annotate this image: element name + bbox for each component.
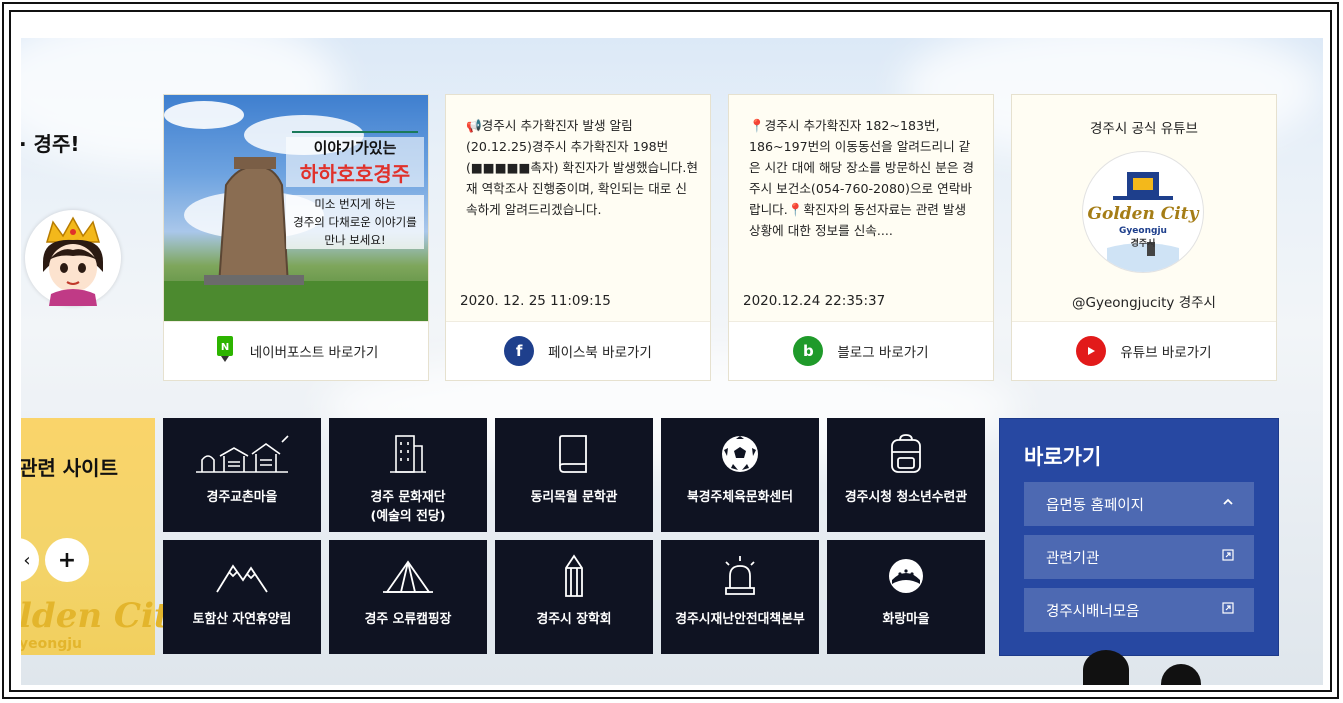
facebook-post-date: 2020. 12. 25 11:09:15 [460, 293, 611, 309]
blog-link-label: 블로그 바로가기 [837, 345, 929, 361]
related-sites-panel: 관련 사이트 ‹ + lden City yeongju [21, 418, 189, 655]
tile-label: 경주시청 청소년수련관 [844, 490, 968, 505]
blog-post-text[interactable]: 📍경주시 추가확진자 182~183번, 186~197번의 이동동선을 알려드… [749, 115, 981, 241]
people-silhouette [1083, 650, 1129, 685]
quick-link-town-homepage[interactable]: 읍면동 홈페이지 [1024, 482, 1254, 526]
hat-icon [827, 554, 985, 598]
tile-camping[interactable]: 경주 오류캠핑장 [329, 540, 487, 654]
promo-line5: 만나 보세요! [286, 231, 424, 249]
tile-label: 토함산 자연휴양림 [192, 612, 292, 627]
tile-label: 경주 오류캠핑장 [364, 612, 452, 627]
quick-link-label: 읍면동 홈페이지 [1046, 497, 1144, 514]
tile-label: 경주 문화재단 (예술의 전당) [370, 490, 446, 524]
village-icon [163, 432, 321, 476]
external-link-icon [1222, 602, 1234, 617]
blog-link[interactable]: b 블로그 바로가기 [729, 321, 993, 380]
youtube-link[interactable]: 유튜브 바로가기 [1012, 321, 1276, 380]
blog-card[interactable]: 📍경주시 추가확진자 182~183번, 186~197번의 이동동선을 알려드… [728, 94, 994, 381]
tile-culture-foundation[interactable]: 경주 문화재단 (예술의 전당) [329, 418, 487, 532]
mascot-avatar [25, 210, 121, 306]
plus-icon: + [57, 547, 77, 573]
tile-hwarang-village[interactable]: 화랑마을 [827, 540, 985, 654]
quick-links-panel: 바로가기 읍면동 홈페이지 관련기관 경주시배너모음 [999, 418, 1279, 656]
title-rule [292, 131, 418, 133]
quick-link-banner-collection[interactable]: 경주시배너모음 [1024, 588, 1254, 632]
siren-icon [661, 554, 819, 598]
youtube-heading: 경주시 공식 유튜브 [1090, 121, 1198, 137]
add-button[interactable]: + [45, 538, 89, 582]
pencil-icon [495, 554, 653, 598]
quick-links-title: 바로가기 [1024, 445, 1102, 469]
tile-label: 경주시 장학회 [536, 612, 612, 627]
svg-text:N: N [221, 342, 229, 353]
naver-post-link[interactable]: N 네이버포스트 바로가기 [164, 321, 428, 380]
promo-photo[interactable]: 이야기가있는 하하호호경주 미소 번지게 하는 경주의 다채로운 이야기를 만나… [164, 95, 428, 323]
tent-icon [329, 554, 487, 598]
backpack-icon [827, 432, 985, 476]
tile-label: 동리목월 문학관 [530, 490, 618, 505]
logo-gyeongju-kr: 경주시 [1130, 239, 1156, 249]
youtube-handle: @Gyeongjucity 경주시 [1072, 295, 1216, 311]
facebook-icon: f [504, 336, 535, 366]
tile-tohamsan-forest[interactable]: 토함산 자연휴양림 [163, 540, 321, 654]
tile-youth-center[interactable]: 경주시청 청소년수련관 [827, 418, 985, 532]
people-silhouette [1161, 664, 1201, 685]
tile-literature-hall[interactable]: 동리목월 문학관 [495, 418, 653, 532]
play-icon [1076, 336, 1107, 366]
book-icon [495, 432, 653, 476]
logo-gyeongju: Gyeongju [1119, 226, 1167, 236]
quick-link-label: 관련기관 [1046, 550, 1100, 567]
facebook-card[interactable]: 📢경주시 추가확진자 발생 알림 (20.12.25)경주시 추가확진자 198… [445, 94, 711, 381]
tile-label: 경주교촌마을 [206, 490, 278, 505]
logo-golden-city: Golden City [1087, 204, 1199, 224]
tile-disaster-center[interactable]: 경주시재난안전대책본부 [661, 540, 819, 654]
prev-icon: ‹ [23, 549, 31, 571]
gyeongju-watermark: yeongju [21, 636, 82, 652]
naver-post-card[interactable]: 이야기가있는 하하호호경주 미소 번지게 하는 경주의 다채로운 이야기를 만나… [163, 94, 429, 381]
youtube-card[interactable]: 경주시 공식 유튜브 Golden City Gyeongju 경주시 @Gye… [1011, 94, 1277, 381]
quick-link-related-orgs[interactable]: 관련기관 [1024, 535, 1254, 579]
promo-line2: 하하호호경주 [286, 158, 424, 187]
mountain-icon [163, 554, 321, 598]
facebook-link[interactable]: f 페이스북 바로가기 [446, 321, 710, 380]
prev-button[interactable]: ‹ [21, 538, 39, 582]
tile-sports-center[interactable]: 북경주체육문화센터 [661, 418, 819, 532]
blog-icon: b [793, 336, 824, 366]
tile-scholarship[interactable]: 경주시 장학회 [495, 540, 653, 654]
related-sites-title: 관련 사이트 [21, 456, 118, 480]
youtube-link-label: 유튜브 바로가기 [1120, 345, 1212, 361]
quick-link-label: 경주시배너모음 [1046, 603, 1140, 620]
hero-headline: · 경주! [21, 132, 80, 156]
facebook-post-text[interactable]: 📢경주시 추가확진자 발생 알림 (20.12.25)경주시 추가확진자 198… [466, 115, 698, 220]
promo-line1: 이야기가있는 [286, 137, 424, 158]
soccer-ball-icon [661, 432, 819, 476]
tile-label: 북경주체육문화센터 [687, 490, 793, 505]
building-icon [329, 432, 487, 476]
golden-city-logo[interactable]: Golden City Gyeongju 경주시 [1082, 151, 1204, 273]
promo-line3: 미소 번지게 하는 [286, 195, 424, 213]
naver-post-icon: N [214, 334, 236, 368]
external-link-icon [1222, 549, 1234, 564]
promo-line4: 경주의 다채로운 이야기를 [286, 213, 424, 231]
naver-post-label: 네이버포스트 바로가기 [249, 345, 379, 361]
tile-gyochon-village[interactable]: 경주교촌마을 [163, 418, 321, 532]
chevron-up-icon [1222, 496, 1234, 511]
main-section: · 경주! 이야기가있는 하하호호경주 미소 번지게 하는 경주의 다채로운 이… [21, 38, 1323, 685]
tile-label: 화랑마을 [882, 612, 930, 627]
facebook-link-label: 페이스북 바로가기 [548, 345, 652, 361]
tile-label: 경주시재난안전대책본부 [675, 612, 805, 627]
blog-post-date: 2020.12.24 22:35:37 [743, 293, 886, 309]
